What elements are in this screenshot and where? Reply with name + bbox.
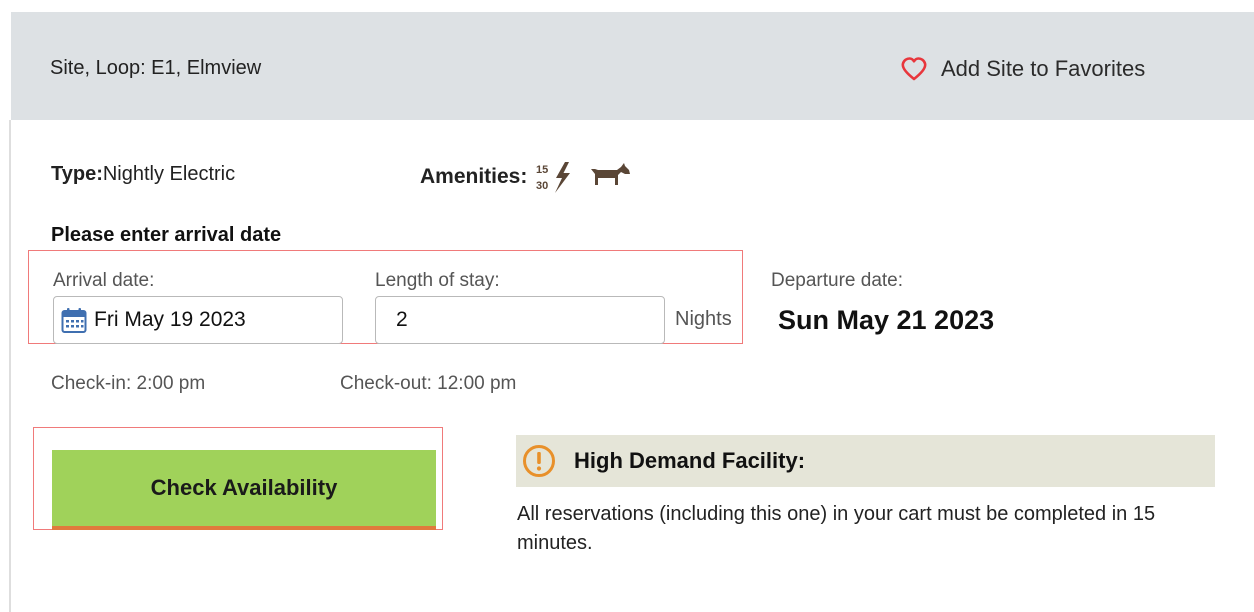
add-to-favorites-button[interactable]: Add Site to Favorites <box>901 52 1145 86</box>
svg-text:30: 30 <box>536 180 548 192</box>
arrival-date-input[interactable]: Fri May 19 2023 <box>53 296 343 344</box>
arrival-date-value: Fri May 19 2023 <box>94 308 246 331</box>
site-header: Site, Loop: E1, Elmview Add Site to Favo… <box>11 12 1254 120</box>
electric-15-30-amp-icon: 15 30 <box>536 162 571 193</box>
check-availability-button[interactable]: Check Availability <box>52 450 436 530</box>
departure-date-value: Sun May 21 2023 <box>778 305 995 335</box>
high-demand-description: All reservations (including this one) in… <box>517 503 1156 554</box>
length-of-stay-input[interactable]: 2 <box>375 296 665 344</box>
site-type-value: Nightly Electric <box>102 163 236 185</box>
warning-icon <box>523 445 555 477</box>
site-type: Type:Nightly Electric <box>51 163 235 186</box>
panel-left-border <box>9 120 11 612</box>
nights-unit-label: Nights <box>675 308 732 330</box>
site-type-label: Type: <box>51 163 103 185</box>
check-availability-label: Check Availability <box>150 475 338 500</box>
amenities: Amenities: 15 30 <box>420 160 633 194</box>
high-demand-title: High Demand Facility: <box>574 448 806 473</box>
amenities-label: Amenities: <box>420 165 528 188</box>
length-of-stay-value: 2 <box>396 308 408 331</box>
departure-date-label: Departure date: <box>771 270 904 291</box>
pet-friendly-dog-icon <box>591 163 631 185</box>
check-in-time: Check-in: 2:00 pm <box>51 373 206 394</box>
site-details-panel: Site, Loop: E1, Elmview Add Site to Favo… <box>0 0 1254 612</box>
arrival-date-prompt: Please enter arrival date <box>51 224 282 246</box>
site-loop-label: Site, Loop: E1, Elmview <box>50 57 262 79</box>
add-to-favorites-label: Add Site to Favorites <box>941 56 1146 81</box>
heart-icon <box>901 57 927 81</box>
high-demand-notice: High Demand Facility: <box>516 435 1215 487</box>
svg-text:15: 15 <box>536 164 548 176</box>
length-of-stay-label: Length of stay: <box>375 270 500 291</box>
check-out-time: Check-out: 12:00 pm <box>340 373 517 394</box>
calendar-icon <box>61 308 87 333</box>
arrival-date-label: Arrival date: <box>53 270 155 291</box>
